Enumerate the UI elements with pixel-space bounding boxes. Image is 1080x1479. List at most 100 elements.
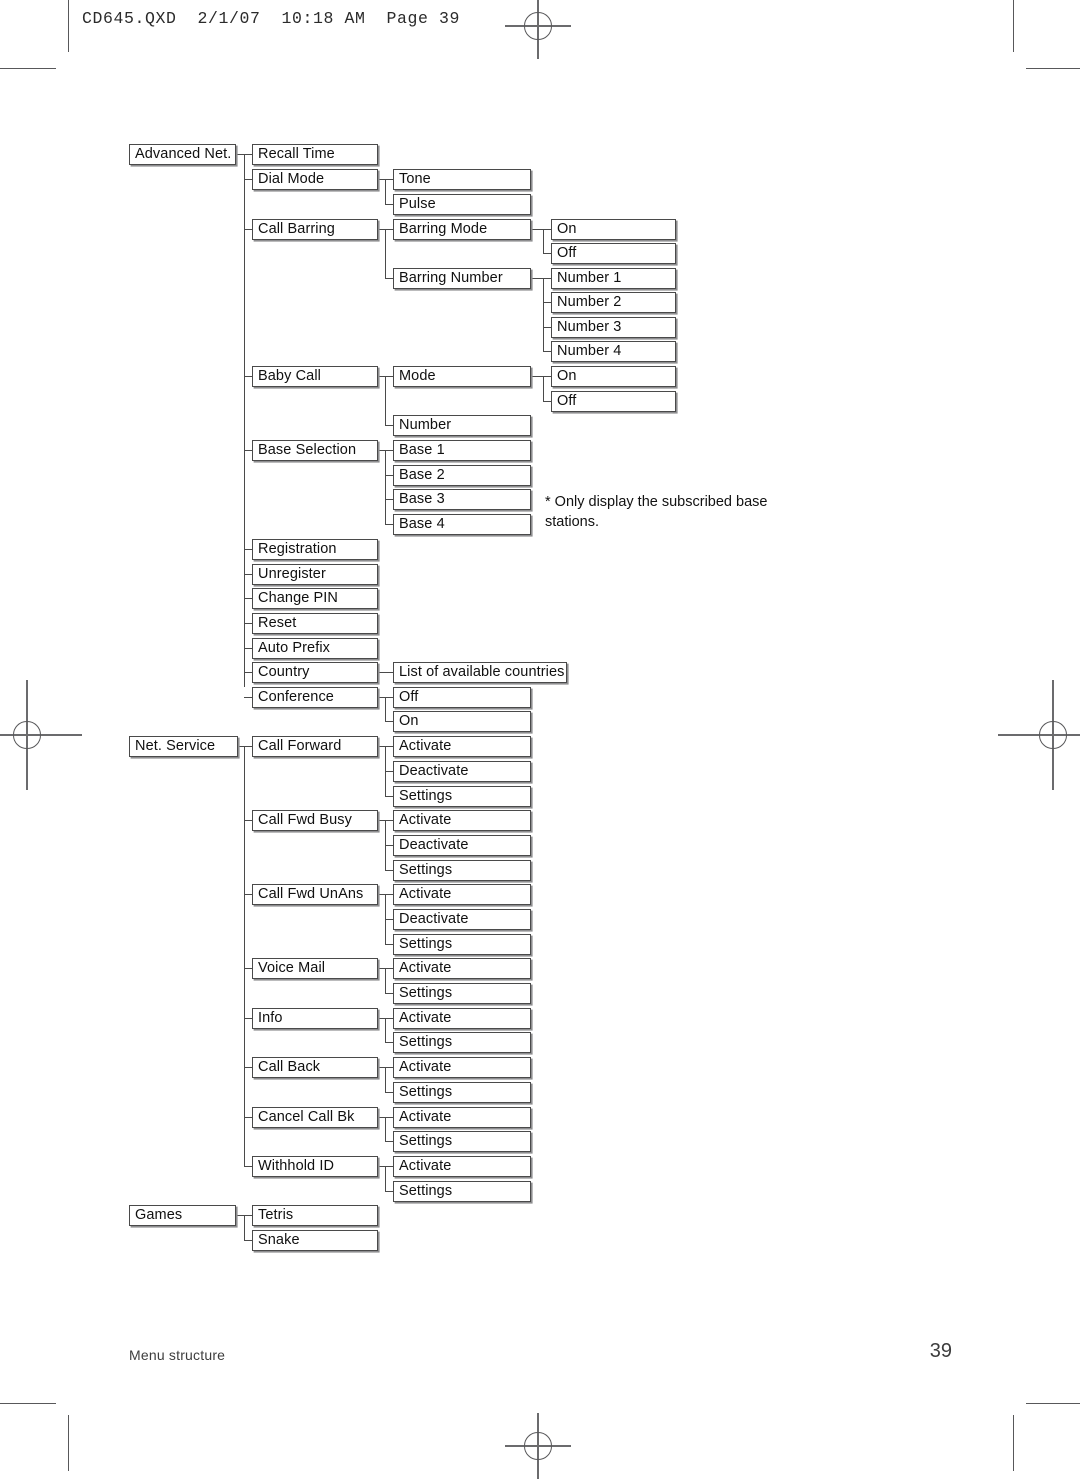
tree-connector-horizontal [244, 549, 252, 550]
menu-node-base4: Base 4 [393, 514, 531, 535]
tree-connector-horizontal [378, 1067, 393, 1068]
menu-node-wh_act: Activate [393, 1156, 531, 1177]
tree-connector-horizontal [378, 1166, 393, 1167]
tree-connector-vertical [385, 376, 386, 425]
menu-node-base1: Base 1 [393, 440, 531, 461]
menu-node-cfb_set: Settings [393, 860, 531, 881]
tree-connector-horizontal [531, 278, 551, 279]
tree-connector-horizontal [378, 1117, 393, 1118]
tree-connector-horizontal [244, 894, 252, 895]
menu-node-confoff: Off [393, 687, 531, 708]
menu-node-callfwd: Call Forward [252, 736, 378, 757]
menu-node-country: Country [252, 662, 378, 683]
tree-connector-horizontal [244, 376, 252, 377]
tree-connector-horizontal [236, 1215, 252, 1216]
tree-connector-vertical [543, 376, 544, 401]
menu-node-changepin: Change PIN [252, 588, 378, 609]
tree-connector-horizontal [244, 598, 252, 599]
menu-node-cfu_deact: Deactivate [393, 909, 531, 930]
menu-node-mode: Mode [393, 366, 531, 387]
menu-node-info_act: Activate [393, 1008, 531, 1029]
tree-connector-vertical [385, 179, 386, 204]
menu-node-dialmode: Dial Mode [252, 169, 378, 190]
menu-node-cfunans: Call Fwd UnAns [252, 884, 378, 905]
menu-node-wh_set: Settings [393, 1181, 531, 1202]
tree-connector-horizontal [385, 475, 393, 476]
tree-connector-horizontal [378, 894, 393, 895]
menu-node-babycall: Baby Call [252, 366, 378, 387]
menu-node-modeon: On [551, 366, 676, 387]
menu-node-ccb_act: Activate [393, 1107, 531, 1128]
tree-connector-horizontal [378, 376, 393, 377]
menu-node-base3: Base 3 [393, 489, 531, 510]
menu-node-ccb_set: Settings [393, 1131, 531, 1152]
menu-node-num3: Number 3 [551, 317, 676, 338]
tree-connector-vertical [385, 1067, 386, 1092]
tree-connector-horizontal [531, 229, 551, 230]
menu-node-netservice: Net. Service [129, 736, 238, 757]
menu-node-baseselect: Base Selection [252, 440, 378, 461]
tree-connector-horizontal [385, 721, 393, 722]
menu-node-vm_set: Settings [393, 983, 531, 1004]
footer-section-label: Menu structure [129, 1347, 226, 1363]
tree-connector-horizontal [385, 278, 393, 279]
tree-connector-horizontal [543, 302, 551, 303]
tree-connector-vertical [543, 229, 544, 253]
menu-node-cfb_deact: Deactivate [393, 835, 531, 856]
tree-connector-horizontal [385, 771, 393, 772]
tree-connector-horizontal [378, 450, 393, 451]
tree-connector-horizontal [244, 1240, 252, 1241]
menu-node-countrylist: List of available countries [393, 662, 567, 683]
tree-connector-horizontal [244, 574, 252, 575]
tree-connector-horizontal [385, 845, 393, 846]
tree-connector-horizontal [238, 746, 252, 747]
base-selection-footnote: * Only display the subscribed base stati… [545, 494, 768, 530]
menu-node-num1: Number 1 [551, 268, 676, 289]
menu-node-cf_act: Activate [393, 736, 531, 757]
menu-node-cf_set: Settings [393, 786, 531, 807]
tree-connector-horizontal [244, 450, 252, 451]
tree-connector-horizontal [385, 524, 393, 525]
tree-connector-horizontal [244, 1117, 252, 1118]
menu-node-confon: On [393, 711, 531, 732]
tree-connector-horizontal [385, 993, 393, 994]
tree-connector-vertical [385, 450, 386, 524]
menu-node-unregister: Unregister [252, 564, 378, 585]
tree-connector-vertical [385, 968, 386, 993]
tree-connector-horizontal [385, 1042, 393, 1043]
tree-connector-horizontal [244, 623, 252, 624]
tree-connector-vertical [543, 278, 544, 351]
tree-connector-horizontal [236, 154, 252, 155]
tree-connector-horizontal [385, 870, 393, 871]
menu-node-snake: Snake [252, 1230, 378, 1251]
tree-connector-horizontal [244, 697, 252, 698]
menu-node-cb_act: Activate [393, 1057, 531, 1078]
menu-node-info_set: Settings [393, 1032, 531, 1053]
tree-connector-horizontal [244, 968, 252, 969]
menu-node-tone: Tone [393, 169, 531, 190]
menu-node-adv: Advanced Net. [129, 144, 236, 165]
menu-node-cb_set: Settings [393, 1082, 531, 1103]
menu-node-registration: Registration [252, 539, 378, 560]
tree-connector-horizontal [244, 229, 252, 230]
tree-connector-horizontal [378, 820, 393, 821]
menu-node-num4: Number 4 [551, 341, 676, 362]
tree-connector-horizontal [385, 425, 393, 426]
tree-connector-vertical [385, 1018, 386, 1042]
tree-connector-horizontal [531, 376, 551, 377]
menu-node-barnum: Barring Number [393, 268, 531, 289]
tree-connector-horizontal [378, 697, 393, 698]
tree-connector-horizontal [543, 253, 551, 254]
menu-node-number: Number [393, 415, 531, 436]
menu-node-cancelcb: Cancel Call Bk [252, 1107, 378, 1128]
tree-connector-horizontal [244, 672, 252, 673]
menu-node-tetris: Tetris [252, 1205, 378, 1226]
tree-connector-horizontal [543, 401, 551, 402]
menu-node-num2: Number 2 [551, 292, 676, 313]
menu-node-pulse: Pulse [393, 194, 531, 215]
tree-connector-horizontal [378, 1018, 393, 1019]
tree-connector-horizontal [244, 648, 252, 649]
tree-connector-vertical [385, 697, 386, 721]
menu-node-voicemail: Voice Mail [252, 958, 378, 979]
tree-connector-horizontal [385, 1141, 393, 1142]
